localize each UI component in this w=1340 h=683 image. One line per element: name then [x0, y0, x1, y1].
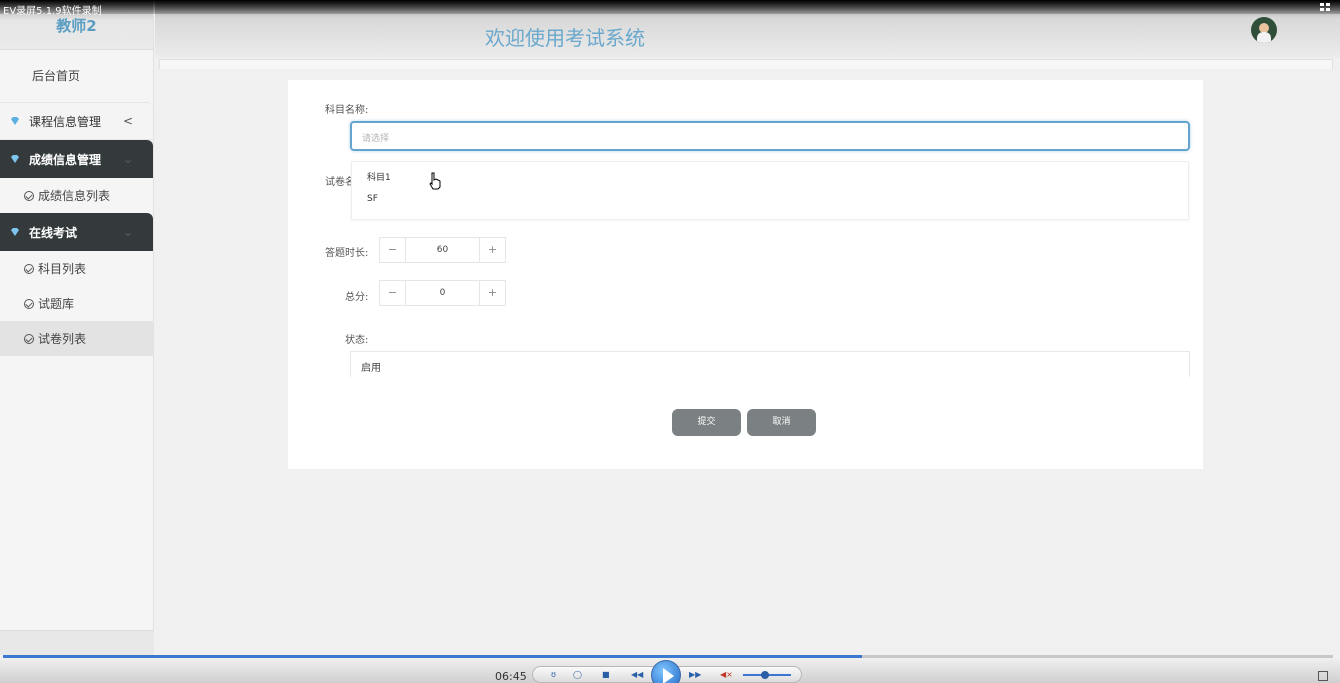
check-circle-icon — [24, 263, 34, 274]
plus-button[interactable]: + — [479, 281, 505, 305]
cancel-button[interactable]: 取消 — [747, 409, 816, 436]
sidebar: 教师2 后台首页 课程信息管理 < 成绩信息管理 ⌄ 成绩信息列表 在线考试 ⌄… — [0, 0, 154, 660]
recorder-bar: EV录屏5.1.9软件录制 — [0, 0, 1340, 17]
fullscreen-icon[interactable] — [1318, 671, 1328, 681]
sidebar-item-label: 试题库 — [38, 297, 75, 311]
avatar-body — [1257, 32, 1271, 43]
sidebar-group-grades[interactable]: 成绩信息管理 ⌄ — [0, 140, 153, 178]
duration-stepper[interactable]: − 60 + — [379, 237, 506, 263]
diamond-icon — [11, 117, 19, 125]
dropdown-option[interactable]: 科目1 — [367, 170, 391, 183]
sidebar-group-course[interactable]: 课程信息管理 < — [0, 102, 153, 140]
check-circle-icon — [24, 333, 34, 344]
chevron-down-icon: ⌄ — [122, 152, 133, 166]
check-circle-icon — [24, 190, 34, 201]
sidebar-item-grade-list[interactable]: 成绩信息列表 — [0, 178, 153, 213]
sidebar-group-label: 在线考试 — [29, 225, 78, 240]
volume-knob[interactable] — [760, 671, 769, 679]
status-value: 启用 — [361, 363, 381, 374]
sidebar-item-paper-list[interactable]: 试卷列表 — [0, 321, 153, 356]
mute-icon[interactable]: ◀× — [720, 670, 733, 679]
sidebar-item-label: 科目列表 — [38, 262, 87, 276]
sidebar-item-question-bank[interactable]: 试题库 — [0, 286, 153, 321]
score-stepper[interactable]: − 0 + — [379, 280, 506, 306]
subject-label: 科目名称: — [325, 105, 369, 116]
plus-button[interactable]: + — [479, 238, 505, 262]
playback-time: 06:45 — [495, 670, 527, 683]
progress-fill — [3, 655, 863, 658]
play-button[interactable] — [651, 660, 681, 683]
minus-button[interactable]: − — [380, 281, 406, 305]
chevron-left-icon: < — [122, 114, 133, 128]
chevron-down-icon: ⌄ — [122, 225, 133, 239]
subject-select[interactable]: 请选择 — [350, 121, 1190, 151]
sidebar-item-label: 成绩信息列表 — [38, 189, 111, 203]
grid-icon[interactable] — [1320, 3, 1332, 11]
sidebar-item-home[interactable]: 后台首页 — [0, 50, 153, 102]
progress-track[interactable] — [3, 655, 1333, 658]
score-value[interactable]: 0 — [406, 288, 479, 298]
sidebar-group-label: 课程信息管理 — [29, 114, 102, 129]
page-title: 欢迎使用考试系统 — [485, 26, 645, 50]
duration-value[interactable]: 60 — [406, 245, 479, 255]
score-label: 总分: — [345, 292, 369, 303]
diamond-icon — [11, 228, 19, 236]
sidebar-item-label: 试卷列表 — [38, 332, 87, 346]
diamond-icon — [11, 155, 19, 163]
rewind-icon[interactable]: ◀◀ — [631, 670, 643, 679]
duration-label: 答题时长: — [325, 248, 369, 259]
stop-icon[interactable]: ■ — [602, 670, 610, 679]
check-circle-icon — [24, 298, 34, 309]
sidebar-item-subject-list[interactable]: 科目列表 — [0, 251, 153, 286]
fast-forward-icon[interactable]: ▶▶ — [689, 670, 701, 679]
breadcrumb-bar — [159, 59, 1333, 69]
paper-form: 科目名称: 请选择 试卷名 科目1 SF 答题时长: − 60 + 总分: − … — [288, 80, 1203, 469]
status-select[interactable]: 启用 — [350, 351, 1190, 377]
subject-dropdown: 科目1 SF — [351, 161, 1189, 220]
minus-button[interactable]: − — [380, 238, 406, 262]
avatar[interactable] — [1251, 17, 1277, 43]
sidebar-group-exam[interactable]: 在线考试 ⌄ — [0, 213, 153, 251]
submit-button[interactable]: 提交 — [672, 409, 741, 436]
recorder-title: EV录屏5.1.9软件录制 — [3, 6, 102, 17]
loop-icon[interactable]: ʊ — [551, 670, 556, 679]
status-label: 状态: — [345, 335, 369, 346]
dropdown-option[interactable]: SF — [367, 194, 378, 204]
refresh-icon[interactable]: ◯ — [573, 670, 582, 679]
subject-placeholder: 请选择 — [362, 134, 390, 144]
hand-cursor-icon — [429, 172, 441, 190]
sidebar-group-label: 成绩信息管理 — [29, 152, 102, 167]
